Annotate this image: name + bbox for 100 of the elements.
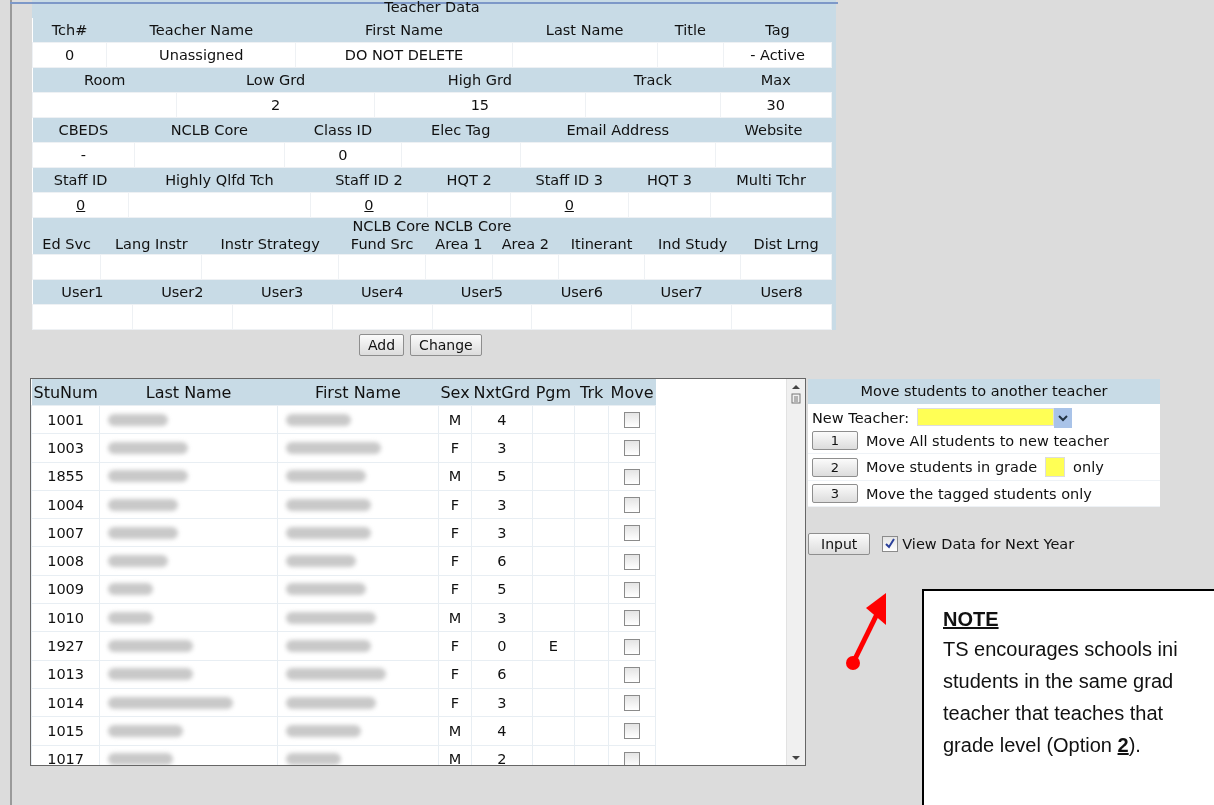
move-checkbox[interactable]: [624, 581, 641, 598]
blurred-name: [108, 526, 179, 539]
column-header: High Grd: [374, 68, 586, 93]
note-text: TS encourages schools ini: [943, 637, 1179, 662]
table-cell: 1010: [31, 603, 100, 632]
column-header: Max: [720, 68, 832, 93]
column-header: Teacher Name: [106, 18, 296, 43]
table-cell: E: [532, 631, 575, 661]
staff-id-link[interactable]: 0: [76, 197, 86, 213]
option-button[interactable]: 3: [812, 484, 858, 503]
grade-field[interactable]: [1045, 457, 1066, 477]
table-cell: 1001: [31, 405, 100, 434]
column-header: Fund Src: [338, 234, 426, 255]
column-header: First Name: [295, 18, 513, 43]
staff-id-link[interactable]: 0: [564, 197, 574, 213]
column-header: Area 2: [492, 234, 559, 255]
column-group-header: NCLB Core NCLB Core: [352, 218, 512, 234]
table-cell: 2: [176, 92, 375, 118]
column-header: Ind Study: [644, 234, 741, 255]
blurred-name: [285, 413, 351, 426]
move-checkbox[interactable]: [624, 695, 641, 712]
table-cell: [32, 254, 101, 280]
table-cell: 5: [471, 462, 533, 491]
move-checkbox[interactable]: [624, 525, 641, 542]
move-checkbox[interactable]: [624, 638, 641, 655]
move-checkbox[interactable]: [624, 751, 641, 765]
move-checkbox[interactable]: [624, 468, 641, 485]
column-header: CBEDS: [32, 118, 135, 143]
table-cell: M: [438, 462, 472, 491]
option-button[interactable]: 2: [812, 457, 858, 477]
option-button[interactable]: 1: [812, 431, 858, 450]
field-label: New Teacher:: [812, 410, 910, 426]
table-cell: 0: [32, 42, 107, 68]
column-header: Lang Instr: [100, 234, 202, 255]
column-header: Track: [585, 68, 721, 93]
column-header: User5: [432, 280, 532, 305]
column-header: Trk: [574, 379, 609, 406]
action-button[interactable]: Add: [359, 334, 405, 356]
table-cell: F: [438, 688, 472, 717]
table-cell: [492, 254, 559, 280]
move-checkbox[interactable]: [624, 412, 641, 429]
move-checkbox[interactable]: [624, 666, 641, 683]
column-header: Staff ID 3: [510, 168, 629, 193]
table-cell: 4: [471, 716, 533, 746]
staff-id-link[interactable]: 0: [364, 197, 374, 213]
column-header: NCLB Core: [134, 118, 285, 143]
column-header: User3: [232, 280, 333, 305]
column-header: Multi Tchr: [710, 168, 832, 193]
table-cell: 3: [471, 433, 533, 463]
column-header: First Name: [277, 379, 439, 406]
table-cell: 15: [374, 92, 586, 118]
table-cell: 3: [471, 490, 533, 519]
table-cell: 3: [471, 603, 533, 632]
input-button[interactable]: Input: [808, 533, 871, 555]
table-cell: F: [438, 518, 472, 547]
column-header: Highly Qlfd Tch: [128, 168, 311, 193]
next-year-checkbox[interactable]: [882, 536, 899, 552]
option-label: Move All students to new teacher: [866, 432, 1109, 449]
note-text: grade level (Option 2).: [943, 733, 1142, 758]
table-cell: M: [438, 716, 472, 746]
table-cell: 4: [471, 405, 533, 434]
move-checkbox[interactable]: [624, 440, 641, 457]
table-cell: DO NOT DELETE: [295, 42, 513, 68]
table-cell: 0: [471, 631, 533, 661]
caret-icon: [1058, 414, 1069, 422]
table-cell: F: [438, 490, 472, 519]
table-cell: F: [438, 547, 472, 576]
scroll-down-icon[interactable]: [791, 755, 801, 761]
table-cell: [657, 42, 724, 68]
teacher-dropdown[interactable]: [917, 408, 1073, 428]
blurred-name: [285, 753, 341, 765]
table-cell: 1015: [31, 716, 100, 746]
column-header: Instr Strategy: [201, 234, 339, 255]
column-header: User4: [332, 280, 432, 305]
action-button[interactable]: Change: [410, 334, 482, 356]
table-cell: 1855: [31, 462, 100, 491]
table-cell: F: [438, 660, 472, 689]
scrollbar[interactable]: [786, 379, 805, 765]
column-header: User2: [132, 280, 233, 305]
table-cell: 1009: [31, 575, 100, 604]
column-header: Staff ID: [32, 168, 129, 193]
blurred-name: [108, 753, 174, 765]
table-cell: F: [438, 433, 472, 463]
scroll-up-icon[interactable]: [791, 383, 801, 405]
blurred-name: [285, 555, 356, 568]
column-header: Class ID: [284, 118, 402, 143]
column-header: Low Grd: [176, 68, 375, 93]
blurred-name: [108, 498, 179, 511]
move-checkbox[interactable]: [624, 723, 641, 740]
blurred-name: [108, 611, 154, 624]
column-header: Tag: [723, 18, 832, 43]
column-header: Area 1: [425, 234, 493, 255]
move-checkbox[interactable]: [624, 610, 641, 627]
column-header: Pgm: [532, 379, 575, 406]
move-checkbox[interactable]: [624, 497, 641, 514]
table-cell: [425, 254, 493, 280]
move-checkbox[interactable]: [624, 553, 641, 570]
table-cell: 1013: [31, 660, 100, 689]
column-header: User6: [531, 280, 632, 305]
table-title: Teacher Data: [384, 0, 480, 15]
